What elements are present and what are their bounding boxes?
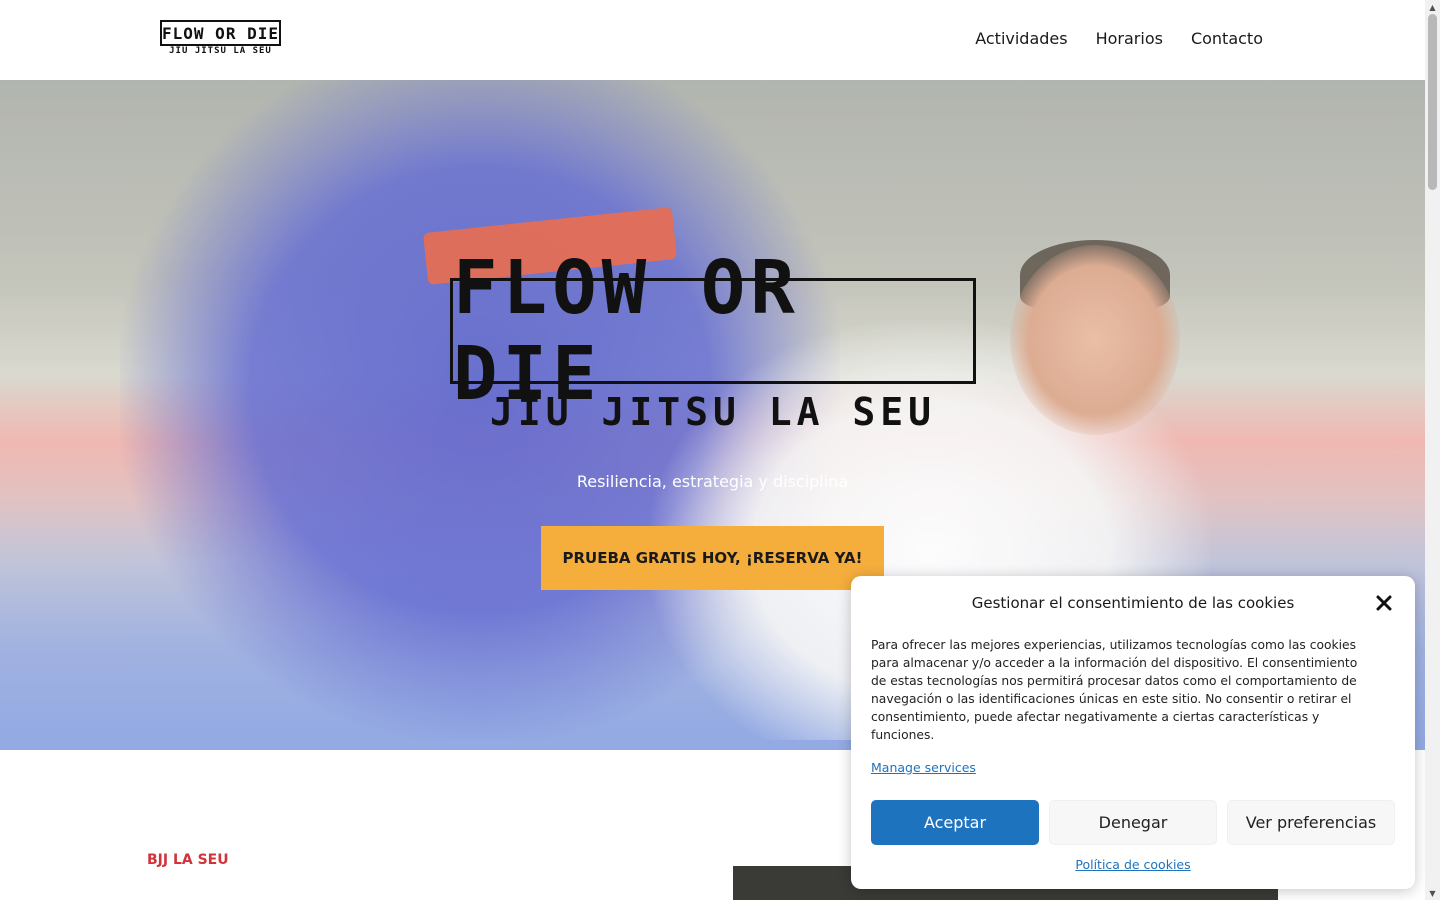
cookie-policy-link[interactable]: Política de cookies [1075,857,1190,872]
scroll-up-arrow-icon[interactable]: ▲ [1425,0,1440,14]
hero-logo: FLOW OR DIE JIU JITSU LA SEU [450,245,976,434]
nav-item-actividades[interactable]: Actividades [975,29,1067,48]
cookie-description: Para ofrecer las mejores experiencias, u… [871,638,1358,742]
scrollbar[interactable]: ▲ ▼ [1425,0,1440,900]
nav-item-contacto[interactable]: Contacto [1191,29,1263,48]
hero-logo-title: FLOW OR DIE [450,245,976,417]
nav-item-horarios[interactable]: Horarios [1096,29,1163,48]
main-nav: Actividades Horarios Contacto [975,29,1263,48]
site-logo[interactable]: FLOW OR DIE JIU JITSU LA SEU [160,20,281,60]
scroll-down-arrow-icon[interactable]: ▼ [1425,886,1440,900]
logo-title: FLOW OR DIE [160,20,281,46]
cookie-consent-dialog: Gestionar el consentimiento de las cooki… [851,576,1415,889]
accept-button[interactable]: Aceptar [871,800,1039,845]
deny-button[interactable]: Denegar [1049,800,1217,845]
section-label: BJJ LA SEU [147,852,229,868]
view-preferences-button[interactable]: Ver preferencias [1227,800,1395,845]
page: FLOW OR DIE JIU JITSU LA SEU Actividades… [0,0,1425,900]
cookie-policy-row: Política de cookies [851,857,1415,872]
close-icon[interactable] [1373,592,1395,614]
cookie-dialog-title: Gestionar el consentimiento de las cooki… [971,594,1295,612]
book-trial-button[interactable]: PRUEBA GRATIS HOY, ¡RESERVA YA! [541,526,884,590]
cookie-button-row: Aceptar Denegar Ver preferencias [871,800,1395,845]
manage-services-link[interactable]: Manage services [871,760,976,775]
hero-logo-subtitle: JIU JITSU LA SEU [489,390,937,434]
hero-tagline: Resiliencia, estrategia y disciplina [576,472,849,491]
logo-subtitle: JIU JITSU LA SEU [169,46,272,56]
scrollbar-thumb[interactable] [1428,14,1437,190]
site-header: FLOW OR DIE JIU JITSU LA SEU Actividades… [0,0,1425,80]
